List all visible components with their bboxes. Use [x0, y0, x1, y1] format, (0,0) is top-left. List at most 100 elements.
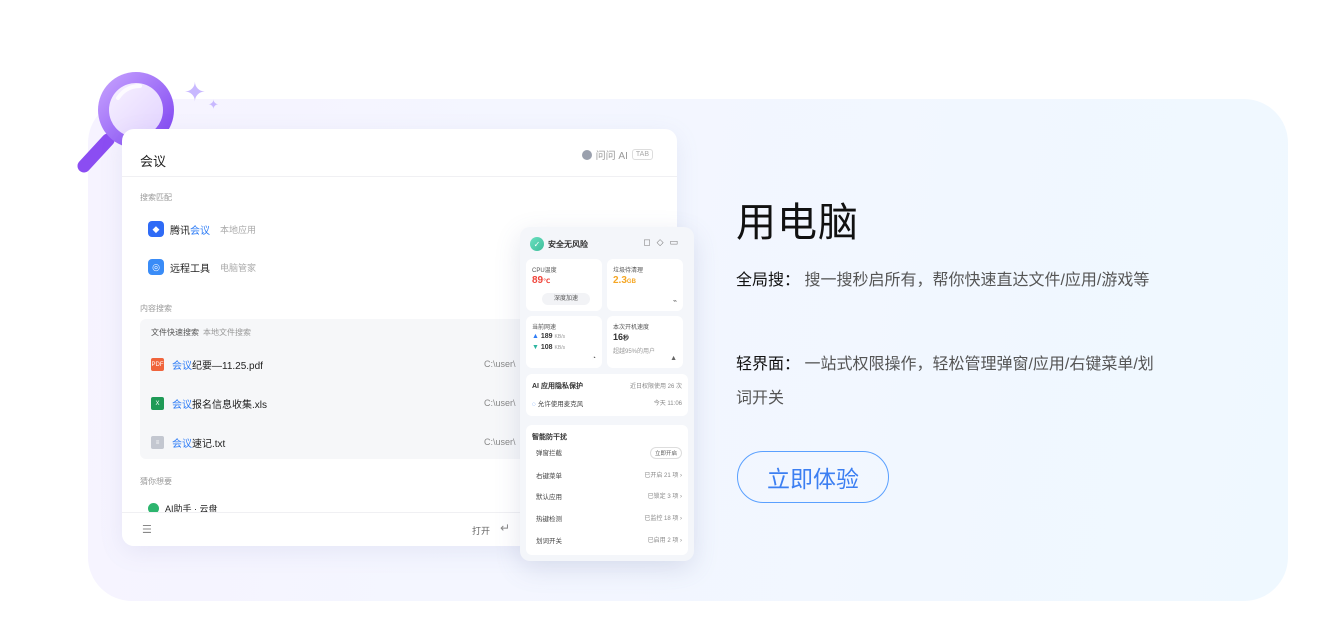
search-header: 会议 问问 AI TAB [122, 129, 677, 177]
tencent-meeting-icon: ◆ [148, 221, 164, 237]
app-result-remote-tool[interactable]: ◎ 远程工具 电脑管家 [148, 259, 256, 275]
app-name: 远程工具 [170, 263, 210, 275]
app-source: 本地应用 [220, 224, 257, 235]
net-down: ▼ 108 KB/s [532, 344, 565, 351]
junk-label: 垃圾待清理 [613, 268, 644, 274]
anti-row-label: 默认应用 [536, 494, 562, 501]
security-status-text: 安全无风险 [548, 239, 588, 249]
app-name: 腾讯会议 [170, 222, 210, 237]
shield-check-icon: ✓ [530, 237, 544, 251]
junk-value: 2.3GB [613, 275, 636, 286]
try-now-button[interactable]: 立即体验 [737, 451, 889, 503]
deep-accelerate-button[interactable]: 深度加速 [542, 293, 590, 305]
feature-text: 搜一搜秒启所有，帮你快速直达文件/应用/游戏等 [800, 272, 1150, 289]
ai-privacy-count: 近日权限使用 26 次 [629, 384, 682, 390]
file-name-highlight: 会议 [172, 361, 192, 372]
open-action[interactable]: 打开 [472, 524, 490, 537]
cpu-temp-label: CPU温度 [532, 268, 557, 274]
net-unit: KB/s [554, 334, 566, 340]
cpu-temp-unit: ℃ [543, 279, 551, 285]
gauge-icon: ◔ [591, 355, 596, 362]
mic-icon: ◌ [532, 401, 536, 408]
cpu-temp-value: 89℃ [532, 275, 550, 286]
file-result[interactable]: PDF 会议纪要—11.25.pdf [151, 357, 263, 372]
anti-row-label: 弹窗拦截 [536, 450, 562, 457]
mic-permission-time: 今天 11:06 [653, 401, 682, 407]
mic-permission: ◌ 允许使用麦克风 [532, 398, 583, 408]
down-arrow-icon: ▼ [532, 344, 539, 351]
section-search-match: 搜索匹配 [140, 193, 172, 202]
feature-light-ui: 轻界面： 一站式权限操作，轻松管理弹窗/应用/右键菜单/划词开关 [736, 348, 1166, 416]
enable-now-button[interactable]: 立即开启 [649, 447, 682, 459]
cpu-temp-tile[interactable]: CPU温度 89℃ 深度加速 [526, 259, 602, 311]
network-speed-tile[interactable]: 当前网速 ▲ 189 KB/s ▼ 108 KB/s ◔ [526, 316, 602, 368]
cpu-temp-number: 89 [532, 275, 544, 286]
ai-privacy-title: AI 应用隐私保护 [532, 383, 583, 390]
boot-speed-sub: 超越95%的用户 [613, 349, 656, 355]
anti-interference-box: 智能防干扰 弹窗拦截 立即开启 右键菜单 已开启 21 项 › 默认应用 已锁定… [526, 425, 688, 555]
tab-key-hint: TAB [631, 149, 653, 160]
anti-row-context-menu[interactable]: 右键菜单 已开启 21 项 › [536, 470, 682, 480]
sparkle-icon: ✦ [184, 78, 206, 108]
anti-row-status: 已开启 21 项 › [644, 473, 682, 479]
anti-interference-title: 智能防干扰 [532, 434, 567, 441]
window-icon[interactable]: ▭ [669, 237, 684, 247]
boot-speed-tile[interactable]: 本次开机速度 16秒 超越95%的用户 ▲ [607, 316, 683, 368]
file-result[interactable]: X 会议报名信息收集.xls [151, 396, 267, 411]
net-up-value: 189 [540, 333, 553, 340]
broom-icon: ⌁ [672, 298, 677, 305]
file-name-highlight: 会议 [172, 400, 192, 411]
section-content-search: 内容搜索 [140, 304, 172, 313]
file-name-rest: 报名信息收集.xls [192, 400, 267, 411]
ai-icon [581, 149, 592, 160]
pdf-file-icon: PDF [151, 358, 164, 371]
file-block-subtitle: 本地文件搜索 [203, 328, 251, 337]
enter-key-icon: ↵ [500, 521, 511, 535]
junk-unit: GB [626, 279, 636, 285]
feature-key: 轻界面： [736, 356, 801, 373]
net-unit: KB/s [554, 345, 566, 351]
security-panel: ✓ 安全无风险 ◻◇▭ CPU温度 89℃ 深度加速 垃圾待清理 2.3GB ⌁… [520, 227, 694, 561]
boot-speed-label: 本次开机速度 [613, 325, 650, 331]
file-block-title: 文件快速搜索 本地文件搜索 [151, 327, 251, 338]
boot-speed-value: 16秒 [613, 332, 629, 342]
anti-row-default-apps[interactable]: 默认应用 已锁定 3 项 › [536, 491, 682, 501]
anti-row-label: 划词开关 [536, 538, 562, 545]
mic-permission-text: 允许使用麦克风 [537, 401, 584, 408]
file-block-title-text: 文件快速搜索 [151, 328, 199, 337]
excel-file-icon: X [151, 397, 164, 410]
anti-row-label: 热键检测 [536, 516, 562, 523]
junk-tile[interactable]: 垃圾待清理 2.3GB ⌁ [607, 259, 683, 311]
anti-row-word-select[interactable]: 划词开关 已启用 2 项 › [536, 535, 682, 545]
file-path: C:\user\ [484, 398, 516, 408]
junk-number: 2.3 [613, 275, 627, 286]
headline: 用电脑 [736, 201, 859, 245]
sparkle-small-icon: ✦ [208, 98, 219, 113]
anti-row-hotkey[interactable]: 热键检测 已监控 18 项 › [536, 513, 682, 523]
section-guess: 猜你想要 [140, 477, 172, 486]
file-name-rest: 纪要—11.25.pdf [192, 361, 263, 372]
ask-ai-label: 问问 AI [595, 151, 628, 162]
anti-row-popup[interactable]: 弹窗拦截 立即开启 [536, 447, 682, 459]
app-result-tencent-meeting[interactable]: ◆ 腾讯会议 本地应用 [148, 221, 256, 237]
leaf-icon[interactable]: ◇ [657, 237, 670, 247]
search-query[interactable]: 会议 [140, 151, 166, 170]
shield-icon[interactable]: ◻ [643, 237, 656, 247]
net-down-value: 108 [540, 344, 553, 351]
list-icon[interactable]: ☰ [142, 523, 152, 536]
file-name: 会议速记.txt [172, 435, 225, 450]
ai-privacy-box[interactable]: AI 应用隐私保护 近日权限使用 26 次 ◌ 允许使用麦克风 今天 11:06 [526, 374, 688, 416]
file-result[interactable]: ≡ 会议速记.txt [151, 435, 225, 450]
ask-ai-button[interactable]: 问问 AI TAB [581, 147, 653, 162]
net-up: ▲ 189 KB/s [532, 333, 565, 340]
anti-row-status: 已监控 18 项 › [644, 516, 682, 522]
anti-row-status: 已启用 2 项 › [647, 538, 682, 544]
app-source: 电脑管家 [220, 262, 257, 273]
file-name: 会议纪要—11.25.pdf [172, 357, 263, 372]
remote-tool-icon: ◎ [148, 259, 164, 275]
file-path: C:\user\ [484, 437, 516, 447]
boot-unit: 秒 [623, 336, 630, 342]
up-arrow-icon: ▲ [532, 333, 539, 340]
boot-number: 16 [613, 332, 624, 342]
txt-file-icon: ≡ [151, 436, 164, 449]
